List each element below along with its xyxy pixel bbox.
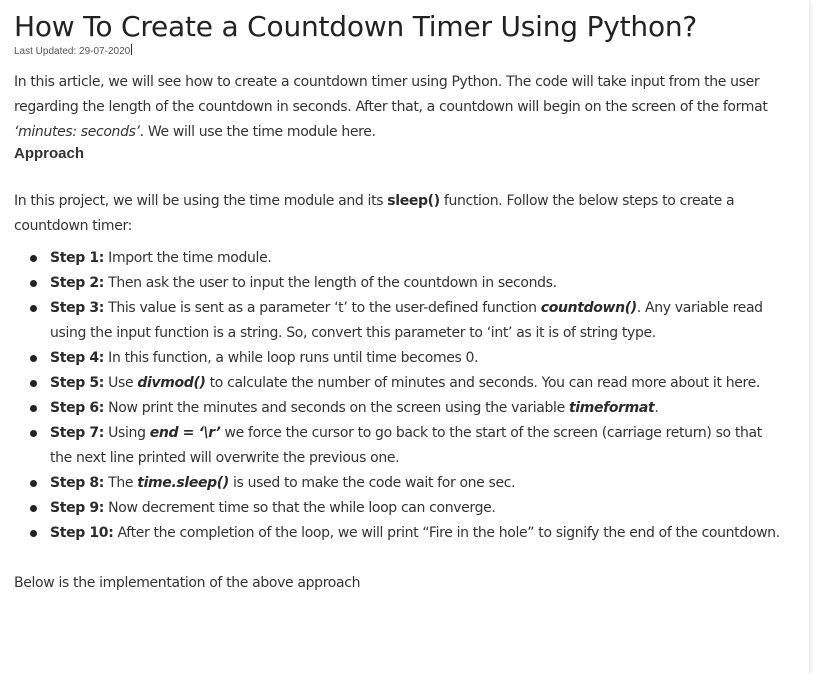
step-code: time.sleep() [137, 475, 229, 491]
step-code: timeformat [568, 400, 655, 416]
intro-paragraph: In this article, we will see how to crea… [14, 70, 786, 145]
step-text: Use [104, 375, 138, 391]
bullet-icon [30, 305, 37, 312]
step-label: Step 5: [50, 375, 105, 391]
text-cursor [131, 44, 133, 55]
step-item-3: Step 3: This value is sent as a paramete… [14, 296, 786, 346]
step-code: end = ‘\r’ [149, 425, 221, 441]
step-item-1: Step 1: Import the time module. [14, 246, 786, 271]
step-item-5: Step 5: Use divmod() to calculate the nu… [14, 371, 786, 396]
step-text: Using [104, 425, 150, 441]
step-label: Step 1: [50, 250, 105, 266]
step-label: Step 10: [50, 525, 114, 541]
step-label: Step 6: [50, 400, 105, 416]
intro-text-2: . We will use the time module here. [139, 124, 376, 140]
project-text-1: In this project, we will be using the ti… [14, 193, 388, 209]
article-body: In this article, we will see how to crea… [14, 70, 786, 596]
intro-format: ‘minutes: seconds’ [14, 124, 140, 140]
bullet-icon [30, 355, 37, 362]
step-item-6: Step 6: Now print the minutes and second… [14, 396, 786, 421]
implementation-intro: Below is the implementation of the above… [14, 575, 361, 591]
step-label: Step 3: [50, 300, 105, 316]
step-text: to calculate the number of minutes and s… [205, 375, 761, 391]
step-text: The [104, 475, 138, 491]
step-text: Now print the minutes and seconds on the… [104, 400, 569, 416]
step-item-9: Step 9: Now decrement time so that the w… [14, 496, 786, 521]
step-text: Now decrement time so that the while loo… [104, 500, 496, 516]
bullet-icon [30, 380, 37, 387]
bullet-icon [30, 280, 37, 287]
article-title: How To Create a Countdown Timer Using Py… [14, 10, 698, 43]
intro-text-1: In this article, we will see how to crea… [14, 74, 768, 115]
step-item-10: Step 10: After the completion of the loo… [14, 521, 786, 546]
step-item-8: Step 8: The time.sleep() is used to make… [14, 471, 786, 496]
step-text: Import the time module. [104, 250, 272, 266]
bullet-icon [30, 255, 37, 262]
bullet-icon [30, 430, 37, 437]
step-text: After the completion of the loop, we wil… [113, 525, 781, 541]
step-label: Step 9: [50, 500, 105, 516]
step-code: divmod() [137, 375, 206, 391]
step-item-4: Step 4: In this function, a while loop r… [14, 346, 786, 371]
step-label: Step 8: [50, 475, 105, 491]
step-text: . [654, 400, 659, 416]
bullet-icon [30, 530, 37, 537]
bullet-icon [30, 405, 37, 412]
sleep-function-code: sleep() [387, 193, 440, 209]
approach-heading: Approach [14, 145, 85, 162]
article-page: How To Create a Countdown Timer Using Py… [0, 0, 810, 674]
bullet-icon [30, 480, 37, 487]
step-text: is used to make the code wait for one se… [228, 475, 516, 491]
last-updated-text: Last Updated: 29-07-2020 [14, 46, 131, 57]
step-item-2: Step 2: Then ask the user to input the l… [14, 271, 786, 296]
last-updated: Last Updated: 29-07-2020 [14, 44, 133, 59]
step-text: Then ask the user to input the length of… [104, 275, 557, 291]
step-label: Step 7: [50, 425, 105, 441]
bullet-icon [30, 505, 37, 512]
step-label: Step 4: [50, 350, 105, 366]
step-label: Step 2: [50, 275, 105, 291]
project-paragraph: In this project, we will be using the ti… [14, 189, 786, 239]
step-text: In this function, a while loop runs unti… [104, 350, 479, 366]
step-item-7: Step 7: Using end = ‘\r’ we force the cu… [14, 421, 786, 471]
step-text: This value is sent as a parameter ‘t’ to… [104, 300, 541, 316]
step-code: countdown() [540, 300, 637, 316]
steps-list: Step 1: Import the time module. Step 2: … [14, 246, 786, 546]
